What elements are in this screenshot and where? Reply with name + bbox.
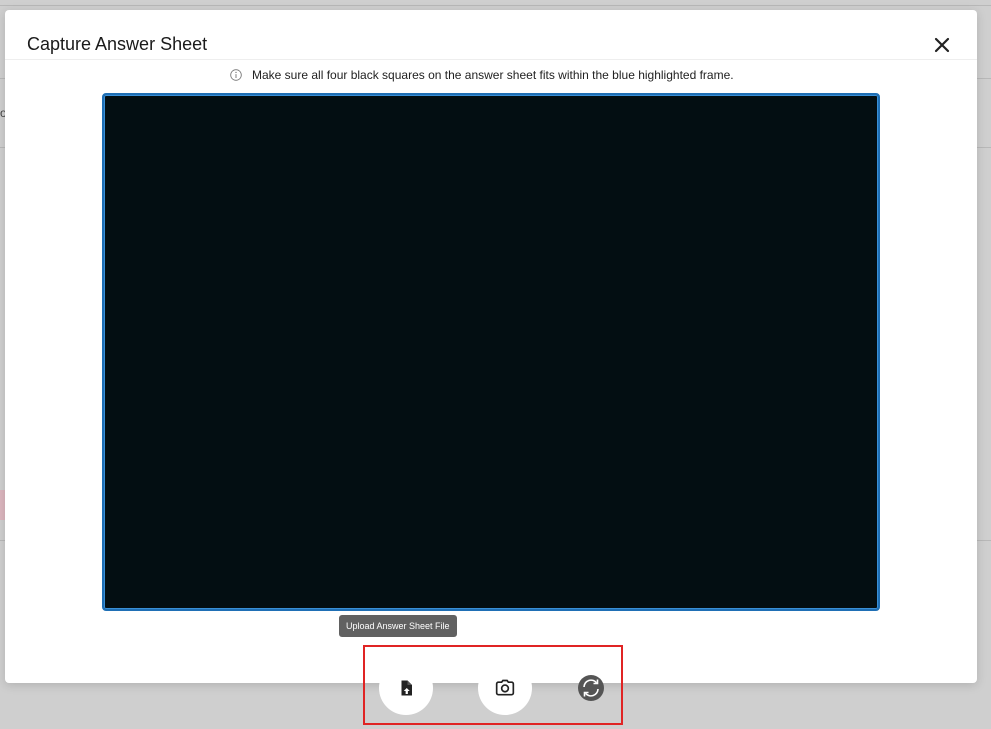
camera-switch-icon bbox=[578, 675, 604, 701]
file-upload-icon bbox=[401, 680, 412, 696]
info-icon bbox=[230, 69, 242, 81]
instruction-text: Make sure all four black squares on the … bbox=[252, 68, 734, 82]
header-divider bbox=[5, 59, 977, 60]
camera-preview-frame bbox=[102, 93, 880, 611]
switch-camera-button[interactable] bbox=[577, 674, 605, 702]
modal-title: Capture Answer Sheet bbox=[27, 34, 208, 54]
instruction-hint: Make sure all four black squares on the … bbox=[230, 68, 734, 82]
camera-icon bbox=[495, 679, 515, 696]
capture-answer-sheet-modal: Capture Answer Sheet Make sure all four … bbox=[5, 10, 977, 683]
upload-answer-sheet-button[interactable] bbox=[379, 661, 433, 715]
background-divider bbox=[0, 5, 991, 6]
upload-tooltip: Upload Answer Sheet File bbox=[339, 615, 457, 637]
capture-photo-button[interactable] bbox=[478, 661, 532, 715]
close-icon bbox=[934, 37, 950, 53]
close-button[interactable] bbox=[931, 34, 953, 56]
